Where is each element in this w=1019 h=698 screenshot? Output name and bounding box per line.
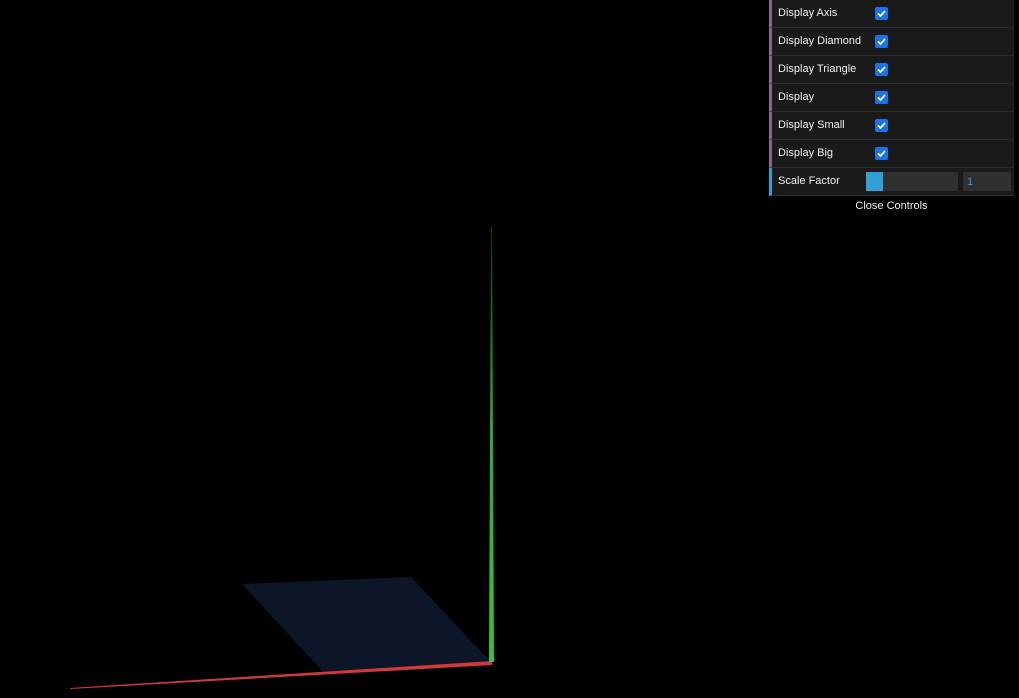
check-icon	[877, 66, 886, 74]
display-diamond-label: Display Diamond	[778, 35, 862, 47]
y-axis-line	[489, 226, 494, 662]
check-icon	[877, 10, 886, 18]
display-triangle-checkbox[interactable]	[875, 63, 888, 76]
controls-panel: Display Axis Display Diamond Display Tri…	[769, 0, 1014, 216]
scale-factor-row: Scale Factor	[769, 168, 1014, 196]
display-checkbox[interactable]	[875, 91, 888, 104]
scale-factor-label: Scale Factor	[778, 175, 840, 187]
display-label: Display	[778, 91, 815, 103]
display-big-row: Display Big	[769, 140, 1014, 168]
scale-factor-input[interactable]	[963, 172, 1011, 191]
scale-factor-slider-fill	[866, 172, 884, 191]
display-small-row: Display Small	[769, 112, 1014, 140]
display-diamond-checkbox[interactable]	[875, 35, 888, 48]
check-icon	[877, 150, 886, 158]
display-triangle-row: Display Triangle	[769, 56, 1014, 84]
x-axis-line	[70, 661, 492, 689]
display-small-label: Display Small	[778, 119, 845, 131]
check-icon	[877, 122, 886, 130]
display-axis-checkbox[interactable]	[875, 7, 888, 20]
plane-shape	[242, 577, 490, 672]
check-icon	[877, 38, 886, 46]
display-axis-label: Display Axis	[778, 7, 838, 19]
display-triangle-label: Display Triangle	[778, 63, 857, 75]
display-big-checkbox[interactable]	[875, 147, 888, 160]
display-big-label: Display Big	[778, 147, 834, 159]
display-row: Display	[769, 84, 1014, 112]
display-axis-row: Display Axis	[769, 0, 1014, 28]
close-controls-button[interactable]: Close Controls	[769, 196, 1014, 216]
display-diamond-row: Display Diamond	[769, 28, 1014, 56]
scale-factor-slider[interactable]	[866, 172, 958, 191]
display-small-checkbox[interactable]	[875, 119, 888, 132]
check-icon	[877, 94, 886, 102]
